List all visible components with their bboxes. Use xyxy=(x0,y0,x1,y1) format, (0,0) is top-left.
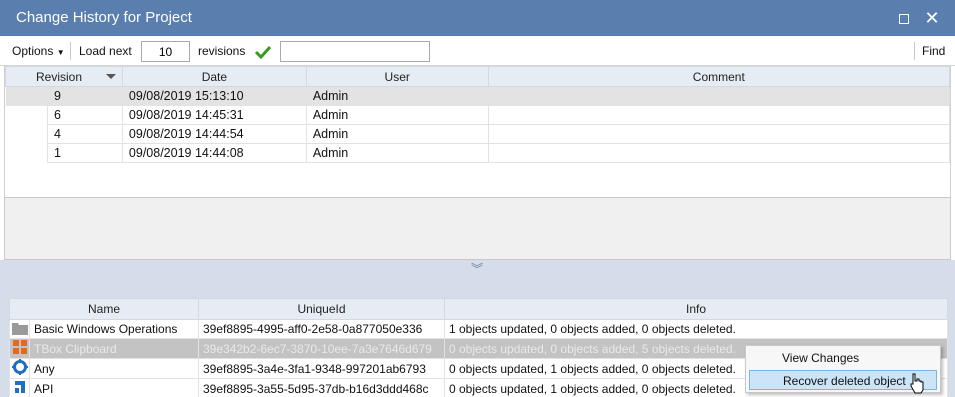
title-bar: Change History for Project ✕ xyxy=(0,0,955,36)
gear-icon xyxy=(11,359,28,375)
maximize-button[interactable] xyxy=(892,6,916,30)
table-row[interactable]: 9 09/08/2019 15:13:10 Admin xyxy=(5,86,951,106)
comment-cell xyxy=(487,105,951,125)
date-cell: 09/08/2019 14:44:54 xyxy=(121,124,307,144)
user-cell: Admin xyxy=(305,143,489,163)
dropdown-arrow-icon: ▼ xyxy=(56,48,65,57)
uid-cell: 39ef8895-3a55-5d95-37db-b16d3ddd468c xyxy=(198,378,445,397)
toolbar-divider xyxy=(914,42,915,60)
revision-cell: 4 xyxy=(46,124,123,144)
toolbar-divider xyxy=(70,42,71,60)
options-menu[interactable]: Options ▼ xyxy=(12,44,65,58)
header-row: Revision Date User Comment xyxy=(5,66,951,87)
revision-cell: 9 xyxy=(46,86,123,106)
close-button[interactable]: ✕ xyxy=(920,6,944,30)
user-cell: Admin xyxy=(305,124,489,144)
column-header-info[interactable]: Info xyxy=(444,298,948,320)
find-button[interactable]: Find xyxy=(922,44,945,58)
revision-cell: 1 xyxy=(46,143,123,163)
user-cell: Admin xyxy=(305,105,489,125)
uid-cell: 39ef8895-4995-aff0-2e58-0a877050e336 xyxy=(198,319,445,339)
date-cell: 09/08/2019 15:13:10 xyxy=(121,86,307,106)
name-cell: API xyxy=(29,378,199,397)
header-row: Name UniqueId Info xyxy=(9,298,948,320)
column-header-user[interactable]: User xyxy=(305,66,489,87)
table-row[interactable]: Basic Windows Operations 39ef8895-4995-a… xyxy=(9,319,948,339)
revision-cell: 6 xyxy=(46,105,123,125)
revisions-label: revisions xyxy=(198,44,246,58)
menu-item-view-changes[interactable]: View Changes xyxy=(749,348,937,368)
comment-cell xyxy=(487,143,951,163)
column-header-revision[interactable]: Revision xyxy=(5,66,123,87)
maximize-icon xyxy=(899,14,909,25)
load-count-input[interactable] xyxy=(141,41,190,62)
comment-cell xyxy=(487,86,951,106)
detail-pane xyxy=(4,197,951,260)
name-cell: Any xyxy=(29,358,199,379)
revisions-table: Revision Date User Comment 9 09/08/2019 … xyxy=(5,66,951,163)
column-header-date[interactable]: Date xyxy=(121,66,307,87)
chevron-down-icon[interactable]: ︾ xyxy=(471,260,483,277)
comment-cell xyxy=(487,124,951,144)
api-icon xyxy=(14,381,25,393)
uid-cell: 39ef8895-3a4e-3fa1-9348-997201ab6793 xyxy=(198,358,445,379)
column-header-uniqueid[interactable]: UniqueId xyxy=(198,298,445,320)
pane-splitter[interactable]: ︾ xyxy=(0,260,955,298)
toolbar: Options ▼ Load next revisions Find xyxy=(0,36,955,66)
window-title: Change History for Project xyxy=(16,9,192,26)
table-row[interactable]: 6 09/08/2019 14:45:31 Admin xyxy=(5,105,951,125)
checkmark-icon[interactable] xyxy=(255,45,271,59)
load-next-label: Load next xyxy=(79,44,132,58)
options-label: Options xyxy=(12,44,54,58)
name-cell: TBox Clipboard xyxy=(29,338,199,359)
table-row[interactable]: 4 09/08/2019 14:44:54 Admin xyxy=(5,124,951,144)
mouse-cursor-icon xyxy=(910,373,924,394)
filter-input[interactable] xyxy=(280,41,430,62)
revisions-grid: Revision Date User Comment 9 09/08/2019 … xyxy=(4,66,951,197)
info-cell: 1 objects updated, 0 objects added, 0 ob… xyxy=(444,319,948,339)
name-cell: Basic Windows Operations xyxy=(29,319,199,339)
uid-cell: 39e342b2-6ec7-3870-10ee-7a3e7646d679 xyxy=(198,338,445,359)
folder-icon xyxy=(11,322,28,335)
date-cell: 09/08/2019 14:44:08 xyxy=(121,143,307,163)
puzzle-icon xyxy=(12,340,27,354)
column-header-comment[interactable]: Comment xyxy=(487,66,951,87)
date-cell: 09/08/2019 14:45:31 xyxy=(121,105,307,125)
sort-arrow-icon xyxy=(105,74,116,79)
column-header-name[interactable]: Name xyxy=(9,298,199,320)
user-cell: Admin xyxy=(305,86,489,106)
table-row[interactable]: 1 09/08/2019 14:44:08 Admin xyxy=(5,143,951,163)
